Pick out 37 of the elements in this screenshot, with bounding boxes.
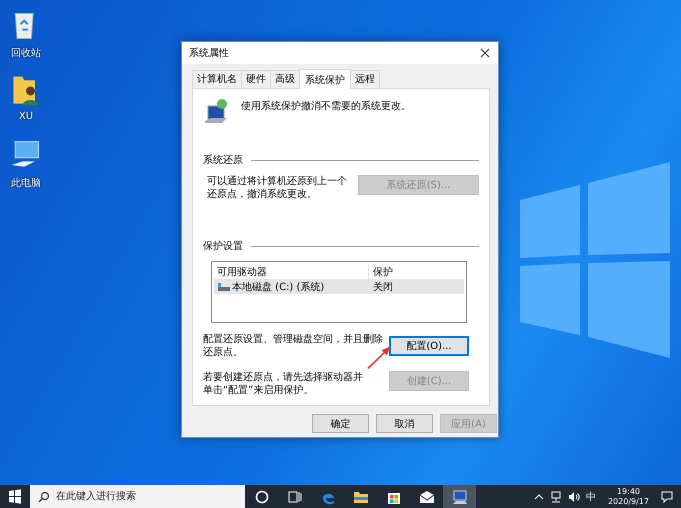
button: 应用(A) bbox=[440, 414, 497, 433]
drive-icon bbox=[217, 282, 231, 292]
button: 创建(C)... bbox=[389, 371, 469, 391]
button[interactable]: 取消 bbox=[376, 414, 433, 433]
table-cell-text: 关闭 bbox=[372, 280, 393, 294]
input-method-indicator[interactable]: 中 bbox=[586, 490, 596, 504]
drive-row[interactable]: 本地磁盘 (C:) (系统) 关闭 bbox=[214, 279, 464, 294]
task-view-icon bbox=[286, 488, 302, 504]
computer-icon bbox=[452, 488, 468, 504]
description-text: 可以通过将计算机还原到上一个还原点，撤消系统更改。 bbox=[207, 175, 348, 201]
button: 系统还原(S)... bbox=[358, 175, 479, 195]
desktop-shortcut[interactable]: XU bbox=[2, 73, 50, 122]
notification-icon[interactable] bbox=[661, 490, 673, 502]
close-icon[interactable] bbox=[480, 48, 490, 58]
annotation-arrow bbox=[366, 345, 392, 371]
description-text: 使用系统保护撤消不需要的系统更改。 bbox=[241, 100, 411, 113]
section-heading: 系统还原 bbox=[203, 154, 243, 167]
description-text: 若要创建还原点，请先选择驱动器并单击“配置”来启用保护。 bbox=[203, 371, 364, 397]
desktop-shortcut[interactable]: 回收站 bbox=[2, 8, 50, 60]
window-title: 系统属性 bbox=[189, 46, 229, 60]
network-icon[interactable] bbox=[550, 490, 562, 502]
clock[interactable]: 19:40 2020/9/17 bbox=[608, 486, 649, 506]
description-text: 配置还原设置、管理磁盘空间，并且删除还原点。 bbox=[203, 333, 383, 359]
speaker-icon[interactable] bbox=[568, 490, 580, 502]
search-field[interactable]: 在此键入进行搜索 bbox=[30, 485, 245, 508]
chevron-up-icon[interactable] bbox=[534, 492, 544, 502]
tab[interactable]: 系统保护 bbox=[299, 69, 351, 89]
column-header[interactable]: 保护 bbox=[369, 264, 393, 279]
table-cell-text: 本地磁盘 (C:) (系统) bbox=[232, 280, 324, 294]
tab[interactable]: 计算机名 bbox=[192, 70, 242, 88]
desktop-shortcut[interactable]: 此电脑 bbox=[2, 138, 50, 190]
button[interactable]: 确定 bbox=[312, 414, 369, 433]
circle-icon bbox=[254, 488, 270, 504]
tab[interactable]: 远程 bbox=[350, 70, 380, 88]
envelope-icon bbox=[418, 488, 434, 504]
button[interactable]: 配置(O)... bbox=[389, 336, 469, 356]
section-heading: 保护设置 bbox=[203, 240, 243, 253]
